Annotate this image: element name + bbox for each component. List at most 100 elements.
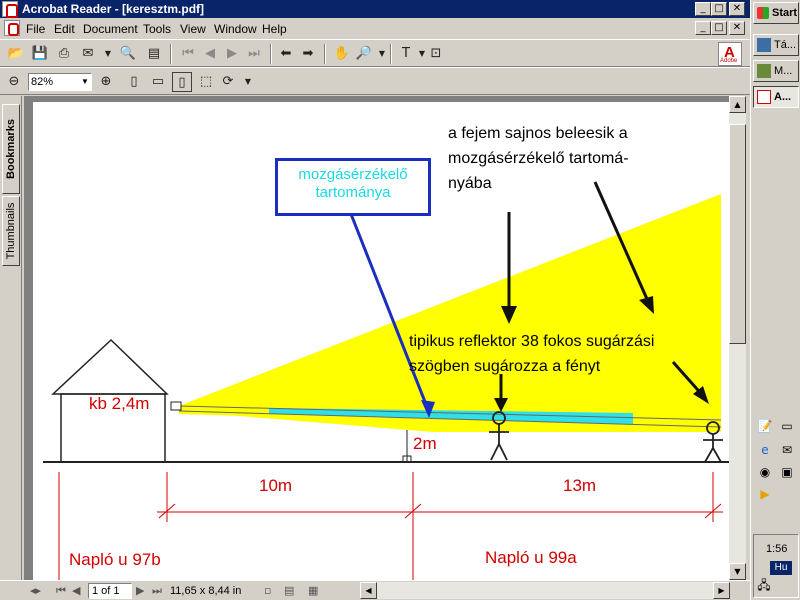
- quicklaunch-icon[interactable]: ▣: [779, 464, 795, 480]
- vertical-scrollbar[interactable]: ▲ ▼: [729, 96, 746, 580]
- first-page-icon[interactable]: ⏮: [178, 44, 198, 64]
- continuous-facing-icon[interactable]: ▦: [308, 584, 318, 598]
- taskbar-item-1[interactable]: Tá...: [753, 34, 799, 56]
- status-last-page-icon[interactable]: ⏭: [152, 584, 162, 598]
- taskbar-item-label: M...: [774, 65, 793, 77]
- taskbar-item-label: A...: [774, 91, 792, 103]
- menu-bar: File Edit Document Tools View Window Hel…: [0, 18, 750, 38]
- next-page-icon[interactable]: ▶: [222, 44, 242, 64]
- language-indicator[interactable]: Hu: [770, 561, 792, 575]
- close-button[interactable]: ✕: [729, 2, 745, 16]
- zoom-tool-icon[interactable]: 🔎: [354, 44, 374, 64]
- menu-tools[interactable]: Tools: [143, 22, 171, 36]
- rotate-dropdown-icon[interactable]: ▼: [238, 72, 258, 92]
- media-player-icon[interactable]: ◉: [757, 464, 773, 480]
- adobe-logo[interactable]: A Adobe: [718, 42, 742, 66]
- scroll-up-icon[interactable]: ▲: [729, 96, 746, 113]
- email-icon[interactable]: ✉: [78, 44, 98, 64]
- zoom-in-icon[interactable]: ⊕: [96, 72, 116, 92]
- window-title: Acrobat Reader - [keresztm.pdf]: [22, 2, 205, 16]
- previous-page-icon[interactable]: ◀: [200, 44, 220, 64]
- fit-width-icon[interactable]: ▯: [172, 72, 192, 92]
- address-left-label: Napló u 97b: [69, 550, 161, 569]
- head-note-line-3: nyába: [448, 175, 492, 192]
- lamp: [170, 401, 182, 411]
- outlook-icon[interactable]: ✉: [779, 442, 795, 458]
- doc-restore-button[interactable]: □: [711, 21, 727, 35]
- page-number-field[interactable]: 1 of 1: [88, 583, 132, 599]
- menu-edit[interactable]: Edit: [54, 22, 75, 36]
- print-icon[interactable]: ⎙: [54, 44, 74, 64]
- main-toolbar: 📂 💾 ⎙ ✉ ▼ 🔍 ▤ ⏮ ◀ ▶ ⏭ ⬅ ➡ ✋ 🔎 ▼ T ▼ ⊡ A …: [0, 39, 750, 67]
- tray-network-icon[interactable]: 🖧: [756, 577, 772, 593]
- zoom-dropdown-arrow-icon[interactable]: ▼: [79, 74, 91, 90]
- head-note-line-1: a fejem sajnos beleesik a: [448, 125, 628, 142]
- zoom-out-icon[interactable]: ⊖: [4, 72, 24, 92]
- light-beam: [179, 194, 721, 432]
- taskbar-item-label: Tá...: [774, 39, 797, 51]
- document-view[interactable]: mozgásérzékelő tartománya a fejem sajnos…: [24, 96, 729, 580]
- scroll-down-icon[interactable]: ▼: [729, 563, 746, 580]
- search-icon[interactable]: 🔍: [118, 44, 138, 64]
- quicklaunch-icon[interactable]: ▭: [779, 418, 795, 434]
- status-split-icon[interactable]: ◂▸: [30, 584, 41, 598]
- callout-line-1: mozgásérzékelő: [298, 166, 408, 183]
- email-dropdown-icon[interactable]: ▼: [98, 44, 118, 64]
- fit-visible-icon[interactable]: ⬚: [196, 72, 216, 92]
- arrow-quicklaunch-icon[interactable]: ▶: [757, 486, 773, 502]
- start-button[interactable]: Start: [753, 2, 799, 24]
- zoom-dropdown-icon[interactable]: ▼: [372, 44, 392, 64]
- taskbar-item-2[interactable]: M...: [753, 60, 799, 82]
- scrollbar-thumb[interactable]: [729, 124, 746, 344]
- zoom-value: 82%: [31, 76, 54, 88]
- taskbar-item-acrobat[interactable]: A...: [753, 86, 799, 108]
- single-page-icon[interactable]: ▫: [264, 584, 271, 598]
- scroll-left-icon[interactable]: ◀: [360, 582, 377, 599]
- toolbar-separator: [324, 44, 326, 64]
- go-forward-icon[interactable]: ➡: [298, 44, 318, 64]
- doc-close-button[interactable]: ✕: [729, 21, 745, 35]
- navigation-pane-tabs: Bookmarks Thumbnails: [0, 96, 22, 580]
- hand-tool-icon[interactable]: ✋: [332, 44, 352, 64]
- scroll-right-icon[interactable]: ▶: [713, 582, 730, 599]
- fit-page-icon[interactable]: ▭: [148, 72, 168, 92]
- menu-window[interactable]: Window: [214, 22, 257, 36]
- acrobat-app-icon[interactable]: [2, 1, 18, 18]
- menu-file[interactable]: File: [26, 22, 45, 36]
- rotate-view-icon[interactable]: ⟳: [218, 72, 238, 92]
- minimize-button[interactable]: _: [695, 2, 711, 16]
- tab-bookmarks[interactable]: Bookmarks: [2, 104, 20, 194]
- horizontal-scrollbar[interactable]: ◀ ▶: [360, 582, 730, 599]
- status-bar: ◂▸ ⏮ ◀ 1 of 1 ▶ ⏭ 11,65 x 8,44 in ▫ ▤ ▦ …: [0, 580, 750, 600]
- status-prev-page-icon[interactable]: ◀: [72, 584, 80, 598]
- maximize-button[interactable]: □: [711, 2, 727, 16]
- title-bar: Acrobat Reader - [keresztm.pdf] _ □ ✕: [0, 0, 750, 18]
- go-back-icon[interactable]: ⬅: [276, 44, 296, 64]
- document-icon[interactable]: [4, 20, 20, 36]
- show-navigation-pane-icon[interactable]: ▤: [144, 44, 164, 64]
- motion-sensor-callout: mozgásérzékelő tartománya: [275, 158, 431, 216]
- last-page-icon[interactable]: ⏭: [244, 44, 264, 64]
- menu-help[interactable]: Help: [262, 22, 287, 36]
- menu-view[interactable]: View: [180, 22, 206, 36]
- clock: 1:56: [766, 543, 788, 555]
- zoom-field[interactable]: 82% ▼: [28, 73, 92, 91]
- tab-thumbnails[interactable]: Thumbnails: [2, 196, 20, 266]
- internet-explorer-icon[interactable]: e: [757, 442, 773, 458]
- toolbar-separator: [270, 44, 272, 64]
- reflector-note-line-1: tipikus reflektor 38 fokos sugárzási: [409, 333, 655, 350]
- status-first-page-icon[interactable]: ⏮: [56, 584, 66, 598]
- status-next-page-icon[interactable]: ▶: [136, 584, 144, 598]
- taskbar-app-icon: [757, 64, 771, 78]
- head-note-line-2: mozgásérzékelő tartomá-: [448, 150, 629, 167]
- actual-size-icon[interactable]: ▯: [124, 72, 144, 92]
- windows-taskbar: Start Tá... M... A... 📝 ▭ e ✉ ◉ ▣ ▶ 1:56…: [750, 0, 800, 600]
- menu-document[interactable]: Document: [83, 22, 138, 36]
- save-icon[interactable]: 💾: [30, 44, 50, 64]
- graphics-select-icon[interactable]: ⊡: [426, 44, 446, 64]
- doc-minimize-button[interactable]: _: [695, 21, 711, 35]
- continuous-icon[interactable]: ▤: [284, 584, 294, 598]
- show-desktop-icon[interactable]: 📝: [757, 418, 773, 434]
- adobe-logo-text: Adobe: [720, 58, 738, 64]
- open-icon[interactable]: 📂: [6, 44, 26, 64]
